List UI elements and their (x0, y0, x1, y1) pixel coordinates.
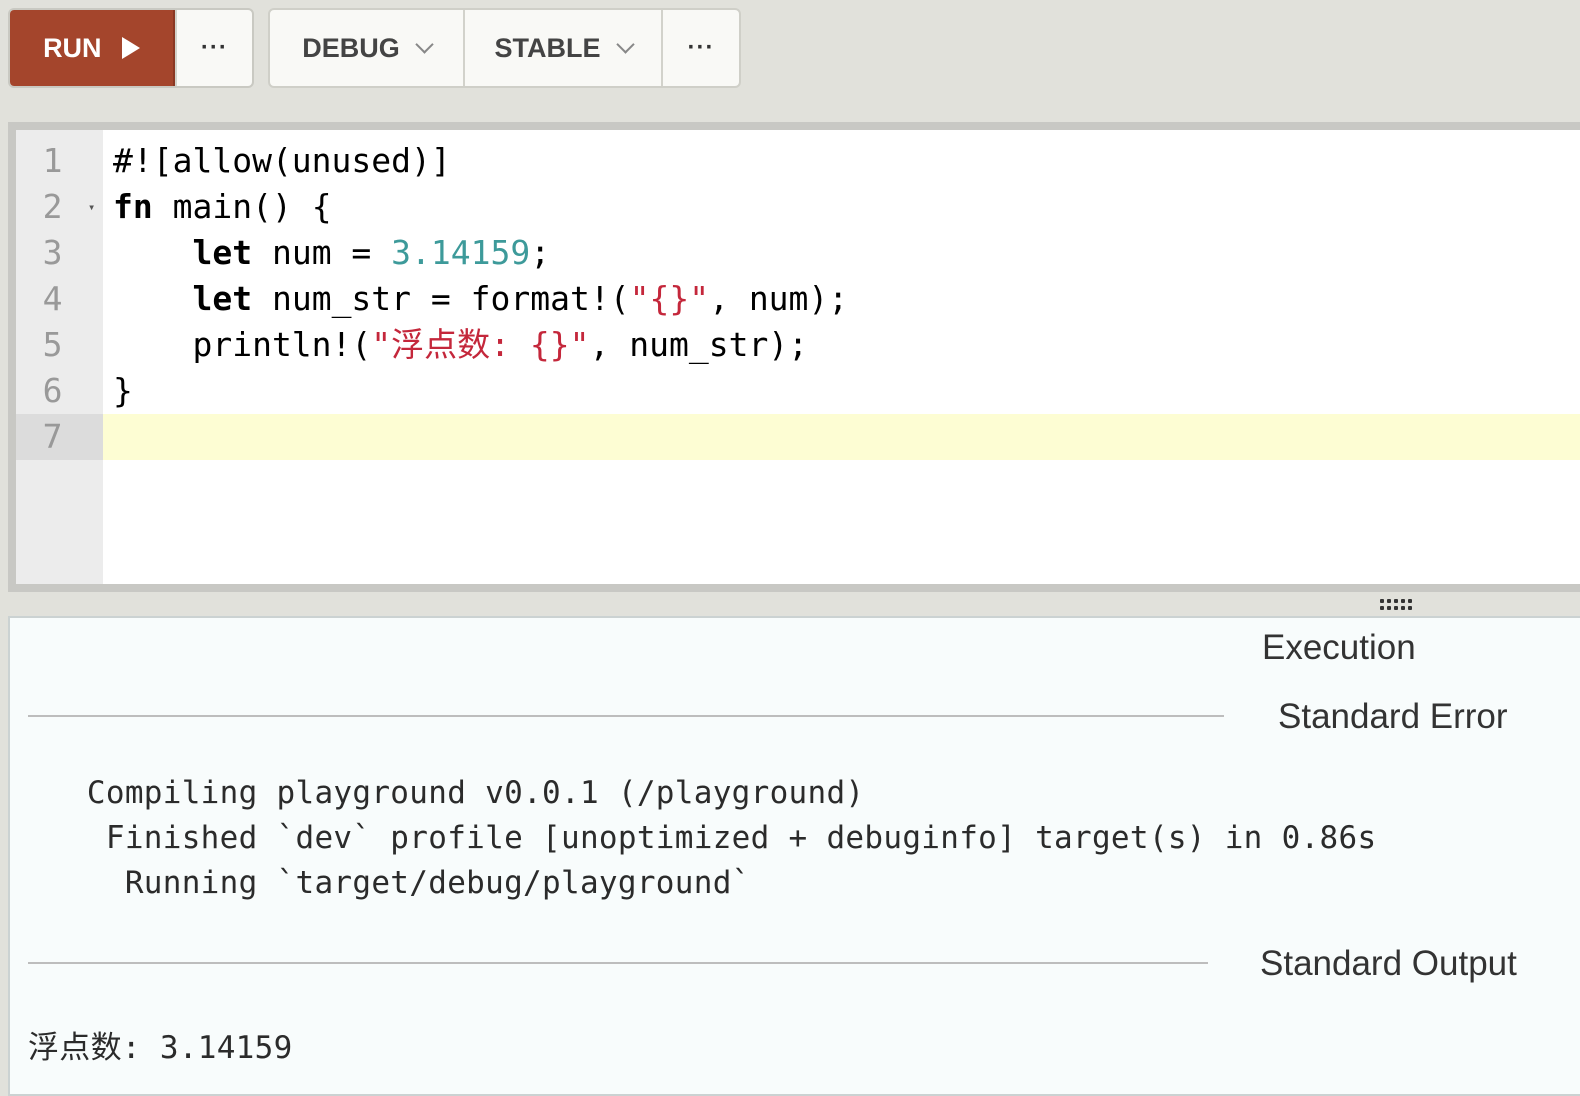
stderr-line: Running `target/debug/playground` (30, 865, 751, 901)
line-number: 6 (42, 371, 63, 410)
resize-handle[interactable] (1378, 596, 1416, 614)
grip-dot (1401, 606, 1405, 610)
grip-dot (1387, 606, 1391, 610)
grip-dot (1408, 606, 1412, 610)
grip-dot (1394, 606, 1398, 610)
standard-error-heading[interactable]: Standard Error (1278, 697, 1508, 737)
grip-dot (1380, 606, 1384, 610)
more-icon: ··· (687, 34, 715, 61)
code-text: println!("浮点数: {}", num_str); (113, 325, 809, 364)
more-icon: ··· (200, 34, 228, 61)
code-line[interactable]: 3 let num = 3.14159; (16, 230, 1580, 276)
config-more-button[interactable]: ··· (661, 10, 739, 86)
line-number: 5 (42, 325, 63, 364)
code-line[interactable]: 4 let num_str = format!("{}", num); (16, 276, 1580, 322)
code-line[interactable]: 5 println!("浮点数: {}", num_str); (16, 322, 1580, 368)
run-button-group: RUN ··· (8, 8, 254, 88)
chevron-down-icon (415, 35, 434, 54)
grip-dot (1401, 599, 1405, 603)
code-text: let num_str = format!("{}", num); (192, 279, 849, 318)
channel-label: STABLE (494, 32, 601, 63)
build-mode-label: DEBUG (302, 32, 400, 63)
code-text: } (113, 371, 133, 410)
line-number: 1 (42, 141, 63, 180)
stderr-line: Compiling playground v0.0.1 (/playground… (30, 775, 865, 811)
output-panel: Execution Standard Error Compiling playg… (8, 616, 1580, 1096)
build-mode-dropdown[interactable]: DEBUG (270, 10, 463, 86)
grip-dot (1387, 599, 1391, 603)
grip-dot (1380, 599, 1384, 603)
code-text: #![allow(unused)] (113, 141, 451, 180)
divider (28, 715, 1224, 717)
stderr-line: Finished `dev` profile [unoptimized + de… (30, 820, 1377, 856)
execution-heading: Execution (1262, 628, 1416, 667)
play-icon (121, 37, 140, 59)
line-number: 3 (42, 233, 63, 272)
line-number: 7 (16, 414, 103, 460)
code-line[interactable]: 6} (16, 368, 1580, 414)
run-more-button[interactable]: ··· (174, 10, 252, 86)
grip-dot (1408, 599, 1412, 603)
grip-dot (1394, 599, 1398, 603)
run-button[interactable]: RUN (10, 10, 175, 86)
standard-output-heading[interactable]: Standard Output (1260, 944, 1517, 984)
run-button-label: RUN (43, 32, 102, 63)
divider (28, 962, 1208, 964)
config-button-group: DEBUG STABLE ··· (268, 8, 741, 88)
code-text: fn main() { (113, 187, 332, 226)
code-editor[interactable]: 1 #![allow(unused)] 2 ▾ fn main() {3 let num… (8, 122, 1580, 592)
fold-toggle-icon[interactable]: ▾ (88, 184, 95, 230)
code-line[interactable]: 2 ▾ fn main() { (16, 184, 1580, 230)
code-line[interactable]: 1 #![allow(unused)] (16, 138, 1580, 184)
code-text: let num = 3.14159; (192, 233, 551, 272)
line-number: 4 (42, 279, 63, 318)
stdout-text: 浮点数: 3.14159 (28, 1030, 293, 1066)
chevron-down-icon (615, 35, 635, 54)
channel-dropdown[interactable]: STABLE (463, 10, 661, 86)
code-line[interactable]: 7 (16, 414, 1580, 460)
